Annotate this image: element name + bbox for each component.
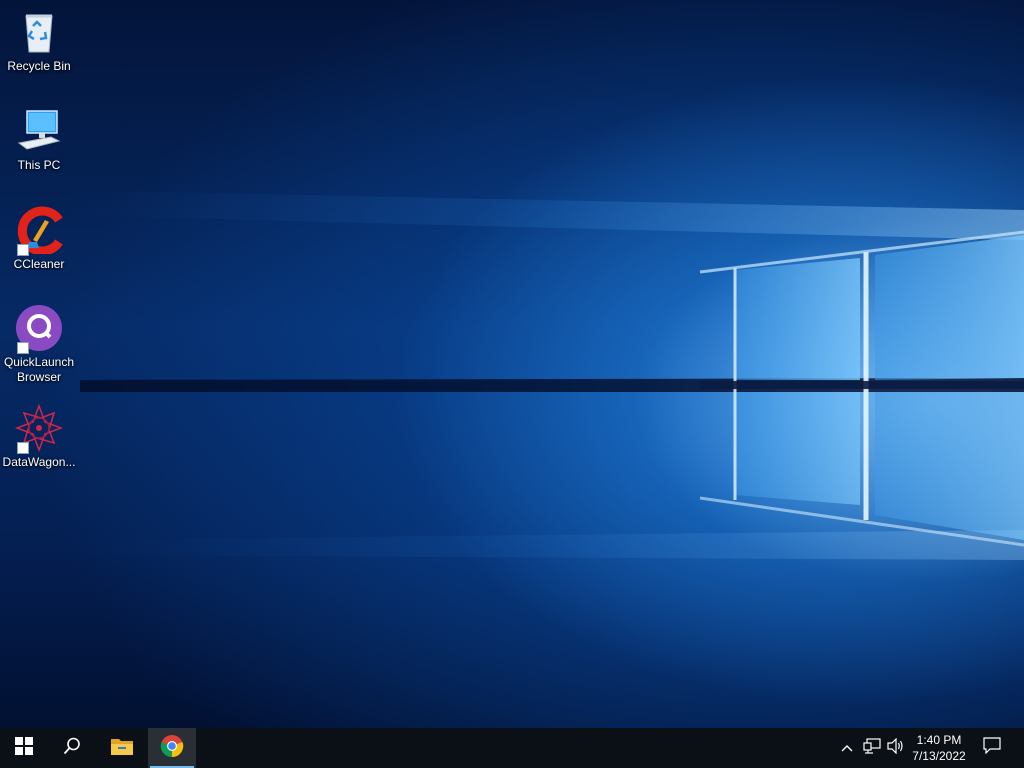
action-center-icon — [983, 737, 1001, 759]
computer-icon — [15, 107, 63, 155]
windows-logo-icon — [15, 736, 33, 760]
chrome-icon — [160, 734, 184, 763]
ccleaner-icon — [15, 206, 63, 256]
recycle-bin-label: Recycle Bin — [7, 59, 71, 73]
clock-time: 1:40 PM — [916, 733, 962, 747]
volume-icon — [887, 737, 905, 759]
shortcut-arrow-icon — [17, 342, 29, 354]
action-center-button[interactable] — [978, 728, 1006, 768]
file-explorer-button[interactable] — [98, 728, 146, 768]
desktop-icon-quicklaunch-browser[interactable]: QuickLaunch Browser — [1, 304, 77, 385]
clock-date: 7/13/2022 — [912, 749, 966, 763]
windows-10-wallpaper — [60, 190, 1024, 560]
desktop-icon-ccleaner[interactable]: CCleaner — [1, 206, 77, 272]
datawagon-icon — [14, 403, 64, 454]
datawagon-label: DataWagon... — [2, 455, 76, 469]
desktop-icon-datawagon[interactable]: DataWagon... — [1, 403, 77, 470]
desktop-icon-this-pc[interactable]: This PC — [1, 107, 77, 173]
this-pc-label: This PC — [17, 158, 61, 172]
ccleaner-label: CCleaner — [13, 257, 65, 271]
desktop-icon-recycle-bin[interactable]: Recycle Bin — [1, 8, 77, 74]
search-button[interactable] — [48, 728, 96, 768]
start-button[interactable] — [0, 728, 48, 768]
show-hidden-icons-button[interactable] — [838, 728, 856, 768]
search-icon — [63, 737, 81, 760]
folder-icon — [110, 736, 134, 761]
recycle-bin-icon — [15, 8, 63, 56]
volume-button[interactable] — [885, 728, 907, 768]
quicklaunch-browser-label: QuickLaunch Browser — [3, 355, 75, 384]
network-button[interactable] — [861, 728, 883, 768]
network-icon — [863, 737, 881, 759]
clock[interactable]: 1:40 PM 7/13/2022 — [906, 732, 972, 764]
shortcut-arrow-icon — [17, 244, 29, 256]
chrome-button[interactable] — [148, 728, 196, 768]
taskbar: 1:40 PM 7/13/2022 — [0, 728, 1024, 768]
chevron-up-icon — [841, 739, 853, 757]
quicklaunch-browser-icon — [15, 304, 63, 354]
shortcut-arrow-icon — [17, 442, 29, 454]
desktop[interactable]: Recycle Bin This PC CCleaner QuickLaunch… — [0, 0, 1024, 728]
